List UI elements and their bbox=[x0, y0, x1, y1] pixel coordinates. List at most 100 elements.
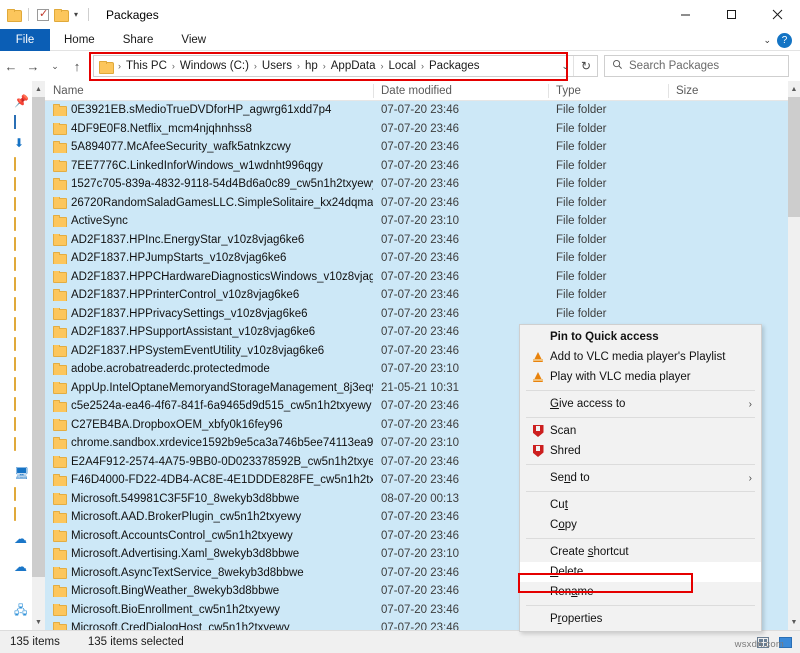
column-header-date-modified[interactable]: Date modified bbox=[373, 81, 548, 101]
breadcrumb-item-windows-c[interactable]: Windows (C:) bbox=[178, 60, 251, 72]
file-name-cell[interactable]: Microsoft.AsyncTextService_8wekyb3d8bbwe bbox=[45, 566, 373, 579]
table-row[interactable]: AD2F1837.HPPrivacySettings_v10z8vjag6ke6… bbox=[45, 304, 788, 323]
file-name-cell[interactable]: c5e2524a-ea46-4f67-841f-6a9465d9d515_cw5… bbox=[45, 400, 373, 413]
table-row[interactable]: 26720RandomSaladGamesLLC.SimpleSolitaire… bbox=[45, 193, 788, 212]
table-row[interactable]: ActiveSync 07-07-20 23:10 File folder bbox=[45, 212, 788, 231]
menu-item-cut[interactable]: Cut bbox=[520, 495, 761, 515]
breadcrumb-item-hp[interactable]: hp bbox=[303, 60, 320, 72]
quick-access-pin-icon[interactable]: 📌 bbox=[14, 94, 29, 108]
menu-item-scan[interactable]: Scan bbox=[520, 421, 761, 441]
recent-locations-icon[interactable]: ⌄ bbox=[44, 55, 66, 77]
file-name-cell[interactable]: AD2F1837.HPPrivacySettings_v10z8vjag6ke6 bbox=[45, 307, 373, 320]
breadcrumb-item-this-pc[interactable]: This PC bbox=[124, 60, 169, 72]
folder-icon[interactable] bbox=[14, 277, 28, 291]
tab-file[interactable]: File bbox=[0, 29, 50, 51]
column-header-size[interactable]: Size bbox=[668, 81, 758, 101]
address-bar[interactable]: › This PC › Windows (C:) › Users › hp › … bbox=[89, 52, 598, 81]
file-name-cell[interactable]: Microsoft.Advertising.Xaml_8wekyb3d8bbwe bbox=[45, 548, 373, 561]
scroll-up-icon[interactable]: ▲ bbox=[788, 81, 800, 97]
menu-item-give-access-to[interactable]: Give access to › bbox=[520, 394, 761, 414]
folder-icon[interactable] bbox=[14, 437, 28, 451]
address-dropdown-icon[interactable]: ⌄ bbox=[561, 61, 569, 72]
this-pc-icon[interactable]: 🖥 bbox=[14, 466, 29, 480]
desktop-icon[interactable] bbox=[14, 115, 28, 129]
file-name-cell[interactable]: Microsoft.AAD.BrokerPlugin_cw5n1h2txyewy bbox=[45, 511, 373, 524]
navigation-pane[interactable]: 📌 ⬇ 🖥 ☁ ☁ 🖧 bbox=[0, 81, 32, 630]
folder-icon[interactable] bbox=[14, 507, 28, 521]
table-row[interactable]: 7EE7776C.LinkedInforWindows_w1wdnht996qg… bbox=[45, 156, 788, 175]
folder-icon[interactable] bbox=[14, 197, 28, 211]
navigation-pane-scrollbar[interactable]: ▲ ▼ bbox=[32, 81, 45, 630]
file-name-cell[interactable]: 5A894077.McAfeeSecurity_wafk5atnkzcwy bbox=[45, 141, 373, 154]
file-name-cell[interactable]: Microsoft.BioEnrollment_cw5n1h2txyewy bbox=[45, 603, 373, 616]
breadcrumb-item-appdata[interactable]: AppData bbox=[329, 60, 378, 72]
table-row[interactable]: 1527c705-839a-4832-9118-54d4Bd6a0c89_cw5… bbox=[45, 175, 788, 194]
menu-item-pin-to-quick-access[interactable]: Pin to Quick access bbox=[520, 327, 761, 347]
network-icon[interactable]: 🖧 bbox=[14, 601, 28, 617]
table-row[interactable]: AD2F1837.HPJumpStarts_v10z8vjag6ke6 07-07… bbox=[45, 249, 788, 268]
menu-item-properties[interactable]: Properties bbox=[520, 609, 761, 629]
file-name-cell[interactable]: 7EE7776C.LinkedInforWindows_w1wdnht996qg… bbox=[45, 159, 373, 172]
scroll-thumb[interactable] bbox=[32, 97, 45, 577]
file-name-cell[interactable]: AD2F1837.HPPCHardwareDiagnosticsWindows_… bbox=[45, 270, 373, 283]
folder-icon[interactable] bbox=[14, 217, 28, 231]
folder-icon[interactable] bbox=[14, 157, 28, 171]
maximize-button[interactable] bbox=[708, 0, 754, 29]
folder-icon[interactable] bbox=[14, 297, 28, 311]
file-name-cell[interactable]: adobe.acrobatreaderdc.protectedmode bbox=[45, 363, 373, 376]
breadcrumb-item-users[interactable]: Users bbox=[260, 60, 294, 72]
back-button[interactable]: ← bbox=[0, 55, 22, 77]
file-name-cell[interactable]: 1527c705-839a-4832-9118-54d4Bd6a0c89_cw5… bbox=[45, 178, 373, 191]
table-row[interactable]: 0E3921EB.sMedioTrueDVDforHP_agwrg61xdd7p… bbox=[45, 101, 788, 120]
downloads-icon[interactable]: ⬇ bbox=[14, 136, 28, 150]
table-row[interactable]: AD2F1837.HPPrinterControl_v10z8vjag6ke6 0… bbox=[45, 286, 788, 305]
menu-item-shred[interactable]: Shred bbox=[520, 441, 761, 461]
scroll-down-icon[interactable]: ▼ bbox=[788, 614, 800, 630]
onedrive-icon[interactable]: ☁ bbox=[14, 559, 28, 574]
file-name-cell[interactable]: 4DF9E0F8.Netflix_mcm4njqhnhss8 bbox=[45, 122, 373, 135]
properties-checkbox-icon[interactable] bbox=[37, 7, 49, 21]
scroll-down-icon[interactable]: ▼ bbox=[32, 614, 45, 630]
file-name-cell[interactable]: Microsoft.549981C3F5F10_8wekyb3d8bbwe bbox=[45, 492, 373, 505]
folder-icon[interactable] bbox=[14, 237, 28, 251]
file-name-cell[interactable]: AD2F1837.HPSystemEventUtility_v10z8vjag6… bbox=[45, 344, 373, 357]
file-name-cell[interactable]: AD2F1837.HPSupportAssistant_v10z8vjag6ke… bbox=[45, 326, 373, 339]
menu-item-rename[interactable]: Rename bbox=[520, 582, 761, 602]
new-folder-icon[interactable] bbox=[54, 9, 69, 22]
file-name-cell[interactable]: AD2F1837.HPPrinterControl_v10z8vjag6ke6 bbox=[45, 289, 373, 302]
folder-icon[interactable] bbox=[14, 177, 28, 191]
up-button[interactable]: ↑ bbox=[66, 55, 88, 77]
file-name-cell[interactable]: F46D4000-FD22-4DB4-AC8E-4E1DDDE828FE_cw5… bbox=[45, 474, 373, 487]
file-name-cell[interactable]: chrome.sandbox.xrdevice1592b9e5ca3a746b5… bbox=[45, 437, 373, 450]
menu-item-create-shortcut[interactable]: Create shortcut bbox=[520, 542, 761, 562]
help-icon[interactable]: ? bbox=[777, 32, 792, 48]
scroll-thumb[interactable] bbox=[788, 97, 800, 217]
folder-icon[interactable] bbox=[14, 317, 28, 331]
menu-item-send-to[interactable]: Send to › bbox=[520, 468, 761, 488]
table-row[interactable]: AD2F1837.HPPCHardwareDiagnosticsWindows_… bbox=[45, 267, 788, 286]
folder-icon[interactable] bbox=[14, 337, 28, 351]
file-name-cell[interactable]: AppUp.IntelOptaneMemoryandStorageManagem… bbox=[45, 381, 373, 394]
forward-button[interactable]: → bbox=[22, 55, 44, 77]
menu-item-add-to-vlc-media-player-s-playlist[interactable]: Add to VLC media player's Playlist bbox=[520, 347, 761, 367]
tab-share[interactable]: Share bbox=[109, 29, 168, 51]
onedrive-icon[interactable]: ☁ bbox=[14, 531, 28, 546]
refresh-icon[interactable]: ↻ bbox=[581, 59, 591, 73]
folder-icon[interactable] bbox=[14, 417, 28, 431]
search-input[interactable]: Search Packages bbox=[629, 60, 719, 72]
folder-icon[interactable] bbox=[14, 357, 28, 371]
folder-icon[interactable] bbox=[14, 397, 28, 411]
file-name-cell[interactable]: C27EB4BA.DropboxOEM_xbfy0k16fey96 bbox=[45, 418, 373, 431]
file-name-cell[interactable]: Microsoft.AccountsControl_cw5n1h2txyewy bbox=[45, 529, 373, 542]
menu-item-delete[interactable]: Delete bbox=[520, 562, 761, 582]
file-name-cell[interactable]: Microsoft.CredDialogHost_cw5n1h2txyewy bbox=[45, 622, 373, 630]
minimize-button[interactable] bbox=[662, 0, 708, 29]
file-name-cell[interactable]: AD2F1837.HPJumpStarts_v10z8vjag6ke6 bbox=[45, 252, 373, 265]
file-name-cell[interactable]: Microsoft.BingWeather_8wekyb3d8bbwe bbox=[45, 585, 373, 598]
table-row[interactable]: 5A894077.McAfeeSecurity_wafk5atnkzcwy 07-… bbox=[45, 138, 788, 157]
folder-icon[interactable] bbox=[14, 257, 28, 271]
menu-item-play-with-vlc-media-player[interactable]: Play with VLC media player bbox=[520, 367, 761, 387]
file-name-cell[interactable]: 0E3921EB.sMedioTrueDVDforHP_agwrg61xdd7p… bbox=[45, 104, 373, 117]
context-menu[interactable]: Pin to Quick access Add to VLC media play… bbox=[519, 324, 762, 632]
file-name-cell[interactable]: ActiveSync bbox=[45, 215, 373, 228]
